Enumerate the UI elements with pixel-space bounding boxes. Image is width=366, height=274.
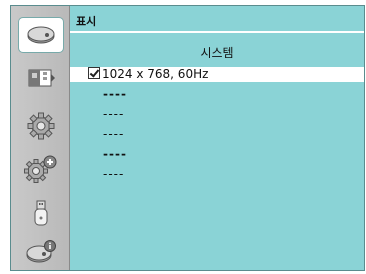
sidebar-item-settings[interactable] [19, 109, 63, 143]
sidebar-item-info[interactable] [19, 235, 63, 269]
option-label: ---- [103, 127, 125, 141]
option-item[interactable]: ---- [70, 107, 364, 122]
title-divider [70, 31, 364, 33]
menu-window: 표시 시스템 1024 x 768, 60Hz ---- ---- ---- -… [10, 5, 365, 271]
option-item[interactable]: ---- [70, 127, 364, 142]
sidebar-item-extended-settings[interactable] [19, 152, 63, 186]
section-title: 시스템 [200, 46, 234, 60]
option-label: 1024 x 768, 60Hz [102, 67, 209, 81]
option-item-selected[interactable]: 1024 x 768, 60Hz [70, 67, 364, 82]
image-adjust-icon [28, 69, 55, 87]
page-title: 표시 [76, 15, 97, 28]
settings-gear-icon [27, 112, 55, 140]
usb-icon [34, 200, 48, 226]
checkbox-checked-icon [88, 67, 100, 79]
option-label: ---- [103, 147, 127, 161]
option-label: ---- [103, 87, 127, 101]
sidebar-item-image-adjust[interactable] [19, 61, 63, 95]
sidebar-item-usb[interactable] [19, 196, 63, 230]
content-panel: 표시 시스템 1024 x 768, 60Hz ---- ---- ---- -… [70, 6, 364, 270]
option-item[interactable]: ---- [70, 147, 364, 162]
sidebar-item-display[interactable] [19, 18, 63, 52]
info-icon [26, 240, 56, 263]
option-label: ---- [103, 107, 125, 121]
sidebar [11, 6, 70, 270]
option-item[interactable]: ---- [70, 87, 364, 102]
display-icon [27, 26, 55, 44]
option-label: ---- [103, 167, 125, 181]
option-item[interactable]: ---- [70, 167, 364, 182]
extended-settings-icon [24, 155, 57, 183]
